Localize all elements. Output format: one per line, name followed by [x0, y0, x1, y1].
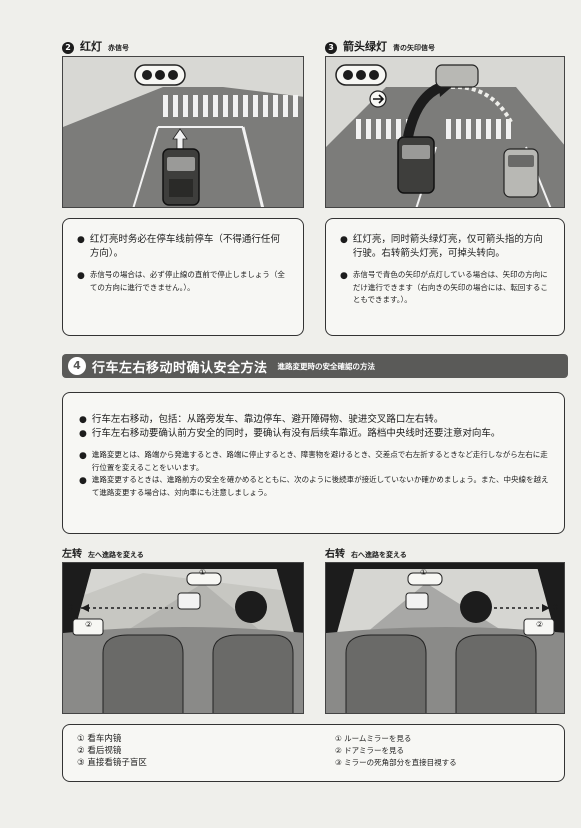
- section-title: 红灯: [80, 40, 102, 53]
- legend-item: ① 看车内镜: [77, 734, 122, 744]
- turn-right-header: 右转 右へ進路を変える: [325, 545, 407, 560]
- turn-right-illustration: ① ② ③: [325, 562, 565, 714]
- bullet-dot-icon: ●: [79, 429, 87, 439]
- marker-1-label: ①: [420, 568, 428, 577]
- section-subtitle: 進路変更時の安全確認の方法: [277, 361, 376, 371]
- bullet-item: ● 红灯亮，同时箭头绿灯亮，仅可箭头指的方向行驶。右转箭头灯亮，可掉头转向。: [340, 233, 550, 261]
- bullet-text: 红灯亮时务必在停车线前停车（不得通行任何方向）。: [89, 234, 280, 259]
- bullet-text: 赤信号の場合は、必ず停止線の直前で停止しましょう（全ての方向に進行できません。）…: [89, 270, 285, 292]
- marker-3-label: ③: [552, 603, 560, 612]
- legend-box: ① 看车内镜 ② 看后视镜 ③ 直接看镜子盲区 ① ルームミラーを見る ② ドア…: [62, 724, 565, 782]
- section-lane-banner: 4 行车左右移动时确认安全方法 進路変更時の安全確認の方法: [62, 354, 568, 378]
- turn-right-sub: 右へ進路を変える: [351, 551, 407, 559]
- red-light-illustration: [62, 56, 304, 208]
- bullet-text: 红灯亮，同时箭头绿灯亮，仅可箭头指的方向行驶。右转箭头灯亮，可掉头转向。: [352, 234, 543, 259]
- legend-item: ③ ミラーの死角部分を直接目視する: [335, 758, 457, 767]
- turn-left-illustration: ① ② ③: [62, 562, 304, 714]
- bullet-item: ● 進路変更とは、路端から発進するとき、路端に停止するとき、障害物を避けるとき、…: [79, 449, 550, 474]
- bullet-text: 行车左右移动要确认前方安全的同时，要确认有没有后续车靠近。路档中央线时还要注意对…: [91, 428, 501, 439]
- section-number: 4: [68, 357, 86, 375]
- arrow-signal-illustration: [325, 56, 565, 208]
- bullet-item: ● 進路変更するときは、進路前方の安全を確かめるとともに、次のように後続車が接近…: [79, 474, 550, 499]
- bullet-item: ● 赤信号の場合は、必ず停止線の直前で停止しましょう（全ての方向に進行できません…: [77, 269, 289, 294]
- bullet-text: 進路変更するときは、進路前方の安全を確かめるとともに、次のように後続車が接近して…: [91, 475, 549, 497]
- section-number: 3: [325, 42, 337, 54]
- arrow-signal-info-box: ● 红灯亮，同时箭头绿灯亮，仅可箭头指的方向行驶。右转箭头灯亮，可掉头转向。 ●…: [325, 218, 565, 336]
- bullet-item: ● 赤信号で青色の矢印が点灯している場合は、矢印の方向にだけ進行できます（右向き…: [340, 269, 550, 307]
- red-light-info-box: ● 红灯亮时务必在停车线前停车（不得通行任何方向）。 ● 赤信号の場合は、必ず停…: [62, 218, 304, 336]
- section-arrow-header: 3 箭头绿灯 青の矢印信号: [325, 38, 435, 54]
- legend-item: ② 看后视镜: [77, 746, 122, 756]
- turn-left-sub: 左へ進路を変える: [88, 551, 144, 559]
- bullet-text: 行车左右移动，包括：从路旁发车、靠边停车、避开障碍物、驶进交叉路口左右转。: [91, 414, 444, 425]
- turn-left-label: 左转: [62, 549, 82, 560]
- section-title: 箭头绿灯: [343, 40, 387, 53]
- section-red-header: 2 红灯 赤信号: [62, 38, 129, 54]
- bullet-item: ● 行车左右移动要确认前方安全的同时，要确认有没有后续车靠近。路档中央线时还要注…: [79, 427, 550, 441]
- bullet-dot-icon: ●: [79, 415, 87, 425]
- section-subtitle: 青の矢印信号: [393, 44, 435, 52]
- bullet-item: ● 红灯亮时务必在停车线前停车（不得通行任何方向）。: [77, 233, 289, 261]
- marker-2-label: ②: [85, 620, 93, 629]
- bullet-dot-icon: ●: [79, 476, 87, 486]
- bullet-item: ● 行车左右移动，包括：从路旁发车、靠边停车、避开障碍物、驶进交叉路口左右转。: [79, 413, 550, 427]
- bullet-dot-icon: ●: [77, 235, 85, 245]
- section-number: 2: [62, 42, 74, 54]
- legend-zh-list: ① 看车内镜 ② 看后视镜 ③ 直接看镜子盲区: [77, 733, 147, 769]
- marker-2-label: ②: [536, 620, 544, 629]
- turn-right-label: 右转: [325, 549, 345, 560]
- section-subtitle: 赤信号: [108, 44, 129, 52]
- turn-left-header: 左转 左へ進路を変える: [62, 545, 144, 560]
- bullet-text: 赤信号で青色の矢印が点灯している場合は、矢印の方向にだけ進行できます（右向きの矢…: [352, 270, 548, 304]
- lane-change-info-box: ● 行车左右移动，包括：从路旁发车、靠边停车、避开障碍物、驶进交叉路口左右转。 …: [62, 392, 565, 534]
- bullet-dot-icon: ●: [340, 235, 348, 245]
- legend-item: ③ 直接看镜子盲区: [77, 758, 147, 768]
- legend-item: ① ルームミラーを見る: [335, 734, 412, 743]
- legend-item: ② ドアミラーを見る: [335, 746, 404, 755]
- marker-1-label: ①: [199, 568, 207, 577]
- bullet-dot-icon: ●: [79, 451, 87, 461]
- bullet-text: 進路変更とは、路端から発進するとき、路端に停止するとき、障害物を避けるとき、交差…: [91, 450, 548, 472]
- legend-jp-list: ① ルームミラーを見る ② ドアミラーを見る ③ ミラーの死角部分を直接目視する: [335, 733, 457, 769]
- section-title: 行车左右移动时确认安全方法: [92, 360, 268, 376]
- bullet-dot-icon: ●: [340, 271, 348, 281]
- marker-3-label: ③: [67, 603, 75, 612]
- bullet-dot-icon: ●: [77, 271, 85, 281]
